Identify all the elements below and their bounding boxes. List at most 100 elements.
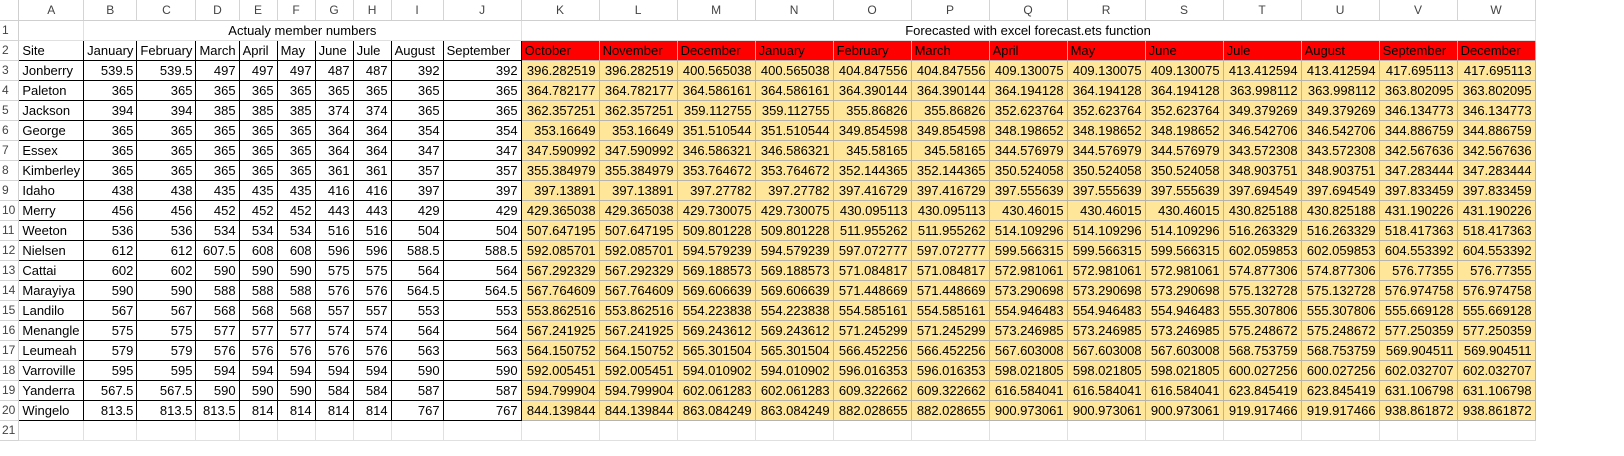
forecast-value-cell[interactable]: 347.283444	[1456, 159, 1536, 181]
forecast-value-cell[interactable]: 554.223838	[754, 299, 834, 321]
forecast-value-cell[interactable]: 348.903751	[1300, 159, 1380, 181]
forecast-value-cell[interactable]: 355.86826	[832, 99, 912, 121]
actual-value-cell[interactable]: 497	[276, 59, 316, 81]
actual-value-cell[interactable]: 365	[136, 119, 197, 141]
forecast-value-cell[interactable]: 409.130075	[1144, 59, 1224, 81]
column-header-n[interactable]: N	[755, 0, 834, 21]
actual-value-cell[interactable]: 392	[390, 59, 444, 81]
forecast-value-cell[interactable]: 400.565038	[754, 59, 834, 81]
actual-value-cell[interactable]: 364	[314, 119, 354, 141]
actual-value-cell[interactable]: 576	[314, 339, 354, 361]
forecast-value-cell[interactable]: 397.416729	[910, 179, 990, 201]
empty-cell[interactable]	[136, 419, 197, 441]
actual-value-cell[interactable]: 365	[83, 159, 138, 181]
row-header-2[interactable]: 2	[0, 40, 20, 61]
empty-cell[interactable]	[442, 419, 522, 441]
actual-value-cell[interactable]: 365	[195, 119, 240, 141]
row-header-4[interactable]: 4	[0, 80, 20, 101]
site-name-cell[interactable]: Menangle	[18, 319, 85, 341]
forecast-value-cell[interactable]: 364.782177	[598, 79, 678, 101]
empty-cell[interactable]	[1300, 419, 1380, 441]
site-name-cell[interactable]: Yanderra	[18, 379, 85, 401]
forecast-value-cell[interactable]: 573.290698	[1066, 279, 1146, 301]
actual-value-cell[interactable]: 594	[276, 359, 316, 381]
forecast-value-cell[interactable]: 346.542706	[1222, 119, 1302, 141]
forecast-value-cell[interactable]: 346.542706	[1300, 119, 1380, 141]
forecast-value-cell[interactable]: 623.845419	[1300, 379, 1380, 401]
empty-cell[interactable]	[520, 419, 600, 441]
forecast-value-cell[interactable]: 609.322662	[832, 379, 912, 401]
forecast-value-cell[interactable]: 577.250359	[1378, 319, 1458, 341]
actual-value-cell[interactable]: 365	[195, 79, 240, 101]
actual-value-cell[interactable]: 587	[390, 379, 444, 401]
forecast-value-cell[interactable]: 397.555639	[988, 179, 1068, 201]
row-header-14[interactable]: 14	[0, 280, 20, 301]
site-name-cell[interactable]: Weeton	[18, 219, 85, 241]
forecast-value-cell[interactable]: 364.586161	[754, 79, 834, 101]
actual-value-cell[interactable]: 567.5	[83, 379, 138, 401]
actual-value-cell[interactable]: 374	[352, 99, 392, 121]
site-name-cell[interactable]: Kimberley	[18, 159, 85, 181]
forecast-value-cell[interactable]: 350.524058	[1066, 159, 1146, 181]
row-header-5[interactable]: 5	[0, 100, 20, 121]
actual-value-cell[interactable]: 397	[390, 179, 444, 201]
forecast-value-cell[interactable]: 844.139844	[520, 399, 600, 421]
forecast-value-cell[interactable]: 882.028655	[910, 399, 990, 421]
actual-value-cell[interactable]: 365	[83, 139, 138, 161]
forecast-value-cell[interactable]: 592.005451	[520, 359, 600, 381]
forecast-value-cell[interactable]: 344.576979	[988, 139, 1068, 161]
empty-cell[interactable]	[988, 419, 1068, 441]
site-name-cell[interactable]: Varroville	[18, 359, 85, 381]
forecast-value-cell[interactable]: 555.307806	[1300, 299, 1380, 321]
actual-value-cell[interactable]: 553	[390, 299, 444, 321]
actual-value-cell[interactable]: 607.5	[195, 239, 240, 261]
forecast-value-cell[interactable]: 602.061283	[754, 379, 834, 401]
forecast-value-cell[interactable]: 594.010902	[676, 359, 756, 381]
cell-a1[interactable]	[18, 19, 85, 41]
actual-value-cell[interactable]: 579	[83, 339, 138, 361]
empty-cell[interactable]	[910, 419, 990, 441]
forecast-value-cell[interactable]: 404.847556	[910, 59, 990, 81]
row-header-9[interactable]: 9	[0, 180, 20, 201]
forecast-value-cell[interactable]: 555.669128	[1378, 299, 1458, 321]
actual-value-cell[interactable]: 574	[352, 319, 392, 341]
forecast-value-cell[interactable]: 573.246985	[1066, 319, 1146, 341]
actual-value-cell[interactable]: 365	[276, 139, 316, 161]
actual-value-cell[interactable]: 564	[390, 259, 444, 281]
forecast-value-cell[interactable]: 349.379269	[1222, 99, 1302, 121]
forecast-value-cell[interactable]: 553.862516	[520, 299, 600, 321]
forecast-value-cell[interactable]: 349.854598	[832, 119, 912, 141]
actual-value-cell[interactable]: 596	[314, 239, 354, 261]
actual-value-cell[interactable]: 564	[390, 319, 444, 341]
forecast-value-cell[interactable]: 594.799904	[598, 379, 678, 401]
forecast-value-cell[interactable]: 507.647195	[520, 219, 600, 241]
forecast-value-cell[interactable]: 413.412594	[1300, 59, 1380, 81]
empty-cell[interactable]	[1222, 419, 1302, 441]
forecast-month-header[interactable]: January	[754, 39, 834, 61]
forecast-value-cell[interactable]: 363.998112	[1222, 79, 1302, 101]
actual-value-cell[interactable]: 429	[442, 199, 522, 221]
forecast-value-cell[interactable]: 569.243612	[676, 319, 756, 341]
actual-value-cell[interactable]: 497	[195, 59, 240, 81]
forecast-value-cell[interactable]: 417.695113	[1378, 59, 1458, 81]
forecast-value-cell[interactable]: 430.46015	[1144, 199, 1224, 221]
forecast-value-cell[interactable]: 919.917466	[1222, 399, 1302, 421]
actual-value-cell[interactable]: 577	[276, 319, 316, 341]
column-header-o[interactable]: O	[833, 0, 912, 21]
forecast-value-cell[interactable]: 397.694549	[1222, 179, 1302, 201]
forecast-value-cell[interactable]: 574.877306	[1222, 259, 1302, 281]
forecast-value-cell[interactable]: 431.190226	[1378, 199, 1458, 221]
forecast-value-cell[interactable]: 938.861872	[1378, 399, 1458, 421]
empty-cell[interactable]	[1066, 419, 1146, 441]
forecast-value-cell[interactable]: 554.585161	[910, 299, 990, 321]
empty-cell[interactable]	[195, 419, 240, 441]
actual-month-header[interactable]: May	[276, 39, 316, 61]
forecast-value-cell[interactable]: 518.417363	[1378, 219, 1458, 241]
forecast-value-cell[interactable]: 596.016353	[832, 359, 912, 381]
actual-value-cell[interactable]: 563	[442, 339, 522, 361]
forecast-value-cell[interactable]: 409.130075	[988, 59, 1068, 81]
row-header-19[interactable]: 19	[0, 380, 20, 401]
actual-value-cell[interactable]: 354	[390, 119, 444, 141]
actual-value-cell[interactable]: 374	[314, 99, 354, 121]
forecast-value-cell[interactable]: 600.027256	[1222, 359, 1302, 381]
